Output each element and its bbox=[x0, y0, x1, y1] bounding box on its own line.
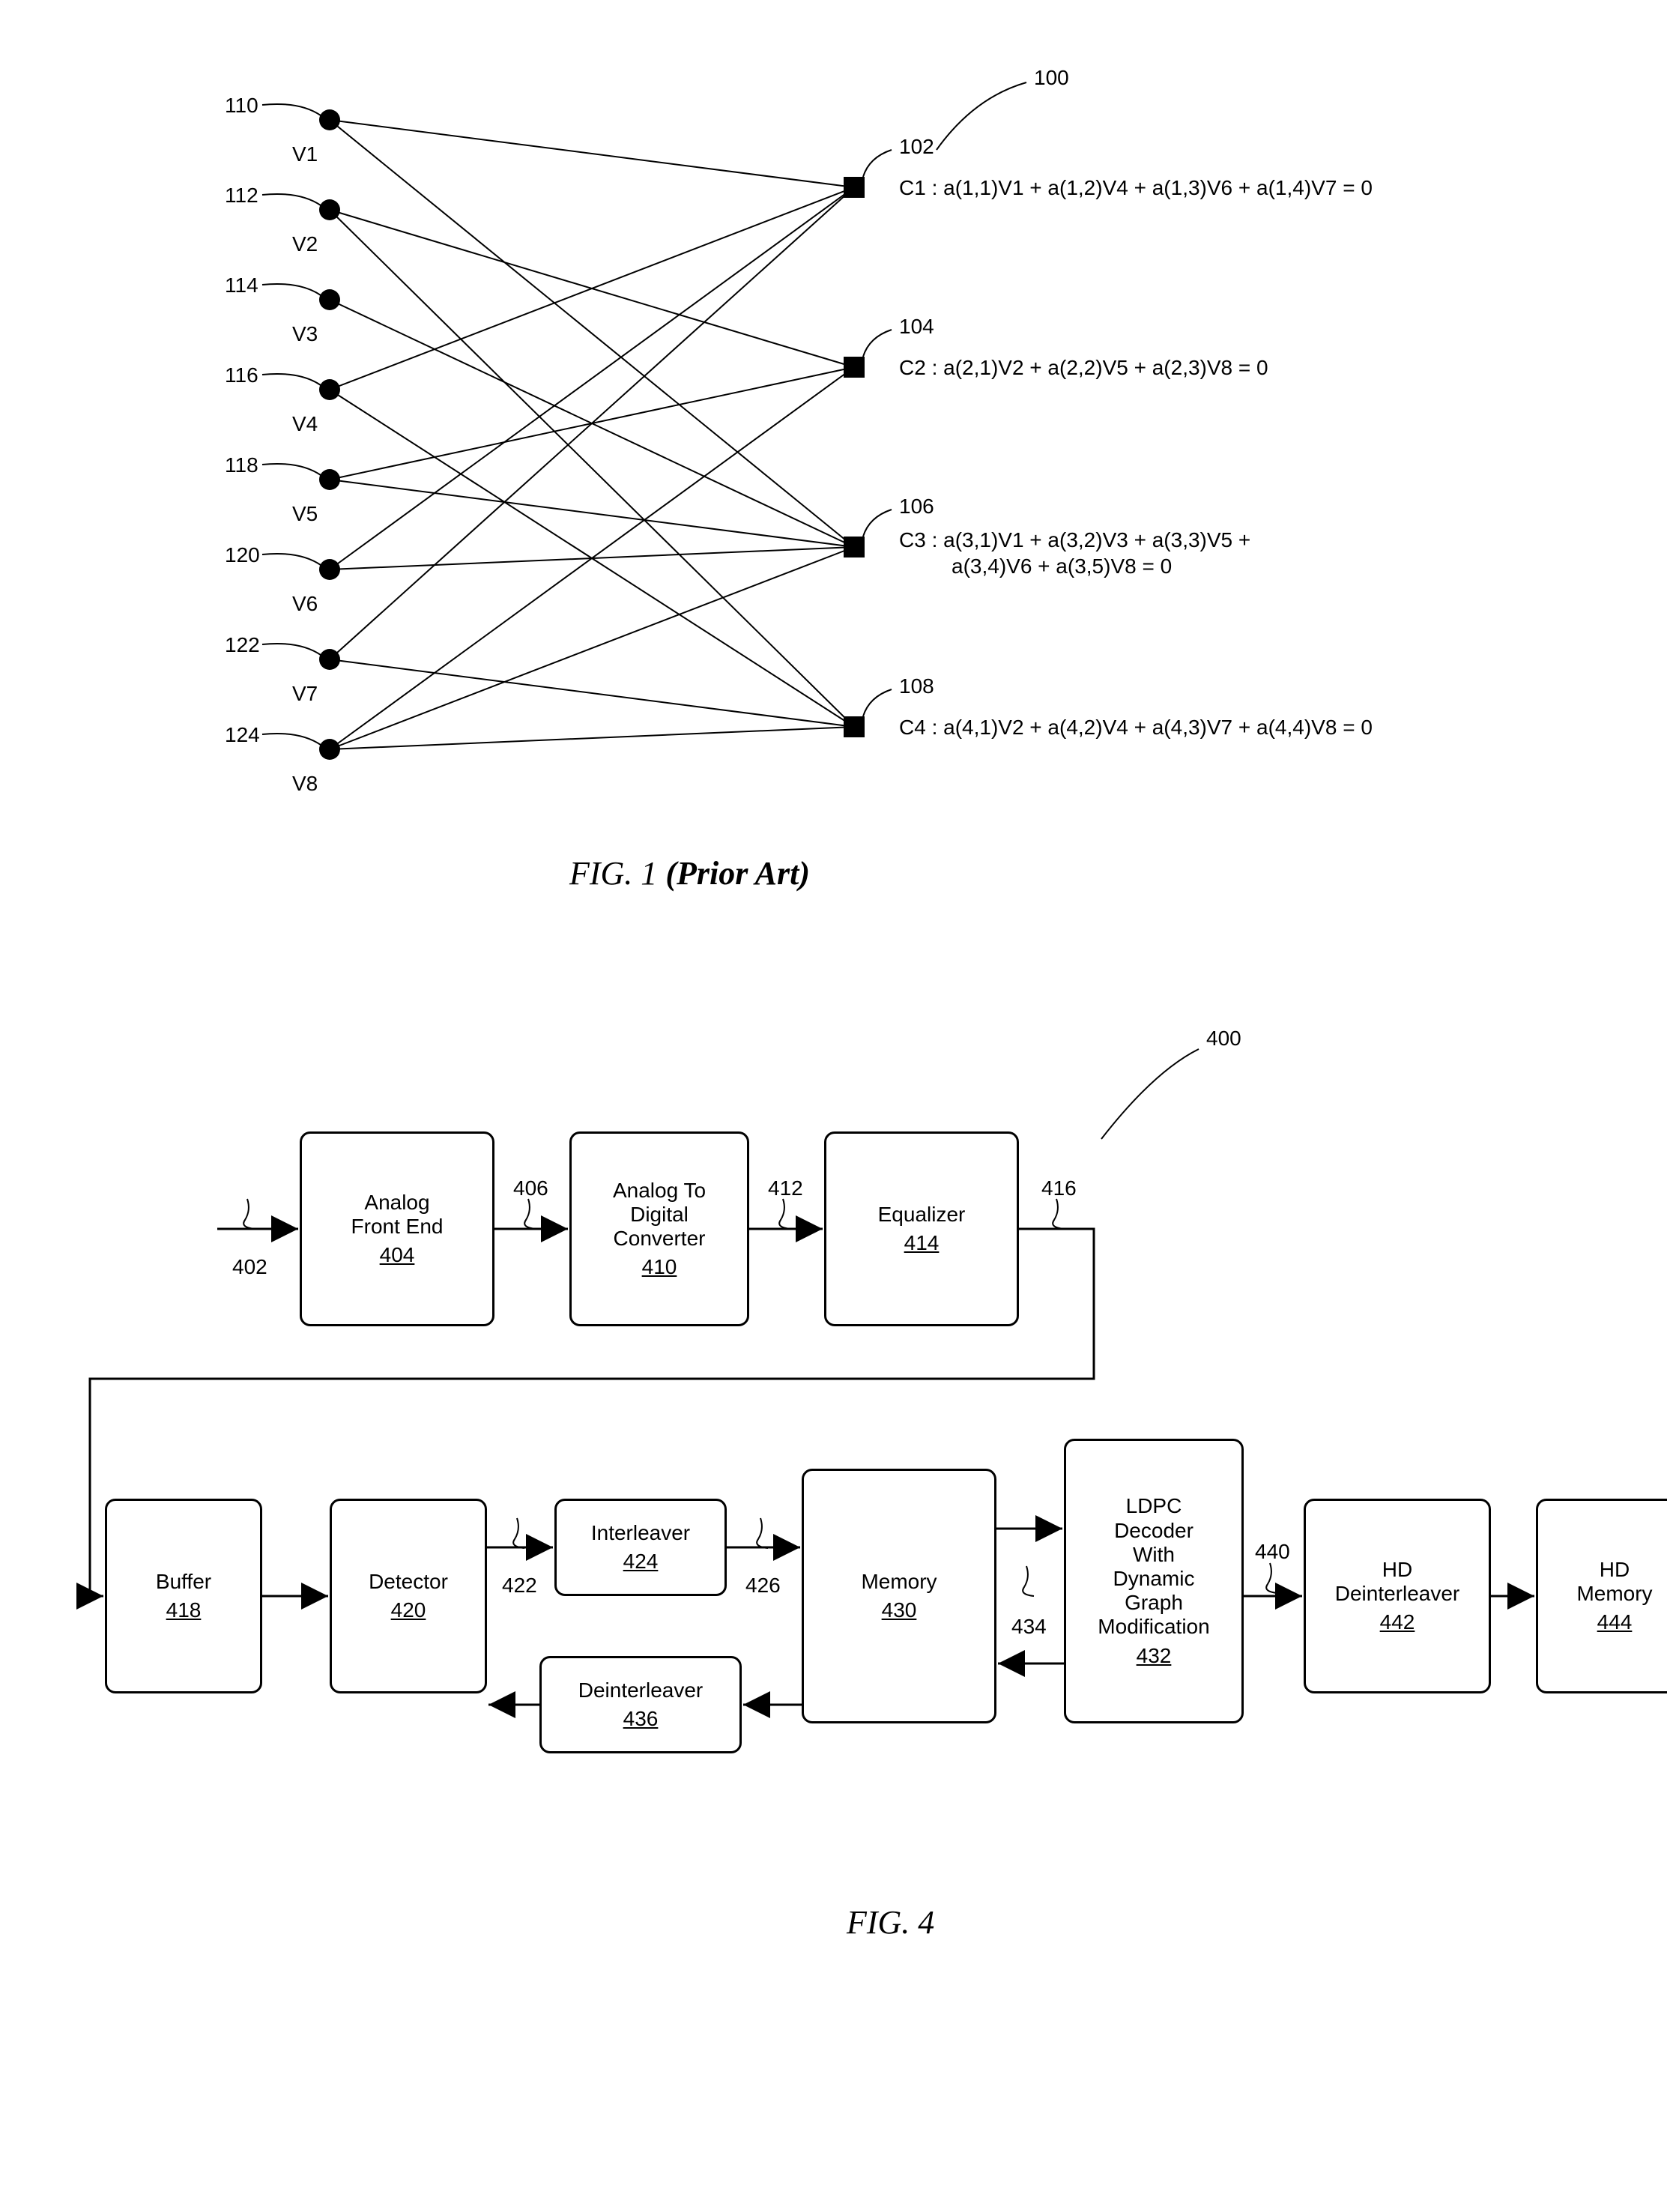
fig1-overall-ref: 100 bbox=[1034, 66, 1069, 90]
v7-label: V7 bbox=[292, 682, 318, 706]
c2-eq: C2 : a(2,1)V2 + a(2,2)V5 + a(2,3)V8 = 0 bbox=[899, 356, 1268, 380]
ref-402: 402 bbox=[232, 1255, 267, 1279]
v3-ref: 114 bbox=[225, 274, 258, 297]
v8-label: V8 bbox=[292, 772, 318, 796]
v5-label: V5 bbox=[292, 502, 318, 526]
page: V1 110 V2 112 V3 114 V4 116 V5 118 V6 12… bbox=[30, 30, 1637, 2182]
v1-ref: 110 bbox=[225, 94, 258, 118]
ref-412: 412 bbox=[768, 1176, 803, 1200]
v4-label: V4 bbox=[292, 412, 318, 436]
v7-ref: 122 bbox=[225, 633, 260, 657]
c1-eq: C1 : a(1,1)V1 + a(1,2)V4 + a(1,3)V6 + a(… bbox=[899, 176, 1373, 200]
c4-ref: 108 bbox=[899, 674, 934, 698]
fig4-wires bbox=[30, 1004, 1667, 1978]
ref-422: 422 bbox=[502, 1574, 537, 1598]
ref-440: 440 bbox=[1255, 1540, 1290, 1564]
ref-416: 416 bbox=[1041, 1176, 1077, 1200]
v1-label: V1 bbox=[292, 142, 318, 166]
ref-406: 406 bbox=[513, 1176, 548, 1200]
v3-label: V3 bbox=[292, 322, 318, 346]
c3-eq-l1: C3 : a(3,1)V1 + a(3,2)V3 + a(3,3)V5 + bbox=[899, 528, 1250, 552]
fig1-caption: FIG. 1 (Prior Art) bbox=[569, 854, 810, 892]
fig4-overall-ref: 400 bbox=[1206, 1027, 1241, 1051]
v2-label: V2 bbox=[292, 232, 318, 256]
c3-eq-l2: a(3,4)V6 + a(3,5)V8 = 0 bbox=[952, 554, 1172, 578]
c3-ref: 106 bbox=[899, 495, 934, 519]
fig4-caption: FIG. 4 bbox=[847, 1903, 934, 1941]
fig1-cap-prefix: FIG. 1 bbox=[569, 855, 665, 892]
v5-ref: 118 bbox=[225, 453, 258, 477]
v8-ref: 124 bbox=[225, 723, 260, 747]
v6-ref: 120 bbox=[225, 543, 260, 567]
c1-ref: 102 bbox=[899, 135, 934, 159]
v2-ref: 112 bbox=[225, 184, 258, 208]
ref-426: 426 bbox=[745, 1574, 781, 1598]
c2-ref: 104 bbox=[899, 315, 934, 339]
v4-ref: 116 bbox=[225, 363, 258, 387]
v6-label: V6 bbox=[292, 592, 318, 616]
fig1-cap-suffix: (Prior Art) bbox=[665, 855, 810, 892]
ref-434: 434 bbox=[1011, 1615, 1047, 1639]
c4-eq: C4 : a(4,1)V2 + a(4,2)V4 + a(4,3)V7 + a(… bbox=[899, 716, 1373, 740]
